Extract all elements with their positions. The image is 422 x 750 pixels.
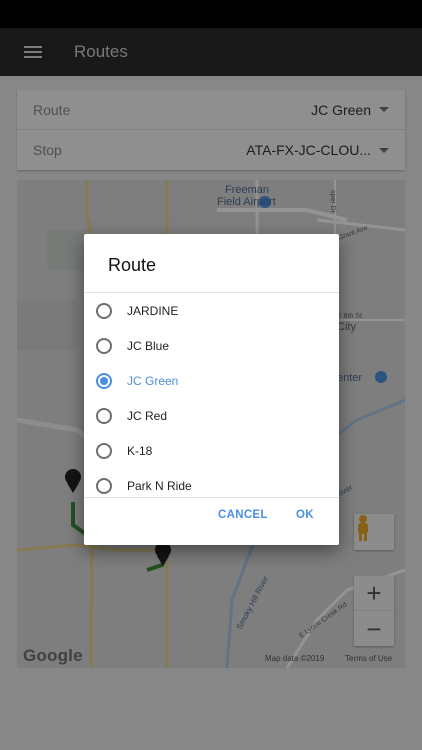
dialog-title: Route bbox=[108, 255, 157, 275]
radio-unchecked-icon[interactable] bbox=[96, 302, 112, 319]
route-option-jardine[interactable]: JARDINE bbox=[84, 293, 339, 328]
route-option-label: K-18 bbox=[127, 443, 153, 458]
route-dialog: Route JARDINE JC Blue JC Green JC Red K-… bbox=[84, 234, 339, 545]
route-option-jc-blue[interactable]: JC Blue bbox=[84, 328, 339, 363]
dialog-divider bbox=[84, 497, 339, 498]
radio-unchecked-icon[interactable] bbox=[96, 407, 112, 424]
route-option-k18[interactable]: K-18 bbox=[84, 433, 339, 468]
route-option-label: JC Blue bbox=[127, 338, 170, 353]
radio-unchecked-icon[interactable] bbox=[96, 337, 112, 354]
route-option-park-n-ride[interactable]: Park N Ride bbox=[84, 468, 339, 497]
route-option-label: Park N Ride bbox=[127, 478, 192, 493]
route-option-label: JARDINE bbox=[127, 303, 179, 318]
route-options-list[interactable]: JARDINE JC Blue JC Green JC Red K-18 Par… bbox=[84, 293, 339, 497]
ok-button[interactable]: OK bbox=[296, 509, 314, 521]
radio-checked-icon[interactable] bbox=[96, 372, 112, 389]
route-option-label: JC Green bbox=[127, 373, 179, 388]
radio-unchecked-icon[interactable] bbox=[96, 442, 112, 459]
route-option-jc-green[interactable]: JC Green bbox=[84, 363, 339, 398]
route-option-jc-red[interactable]: JC Red bbox=[84, 398, 339, 433]
cancel-button[interactable]: CANCEL bbox=[218, 509, 268, 521]
radio-unchecked-icon[interactable] bbox=[96, 477, 112, 494]
route-option-label: JC Red bbox=[127, 408, 168, 423]
